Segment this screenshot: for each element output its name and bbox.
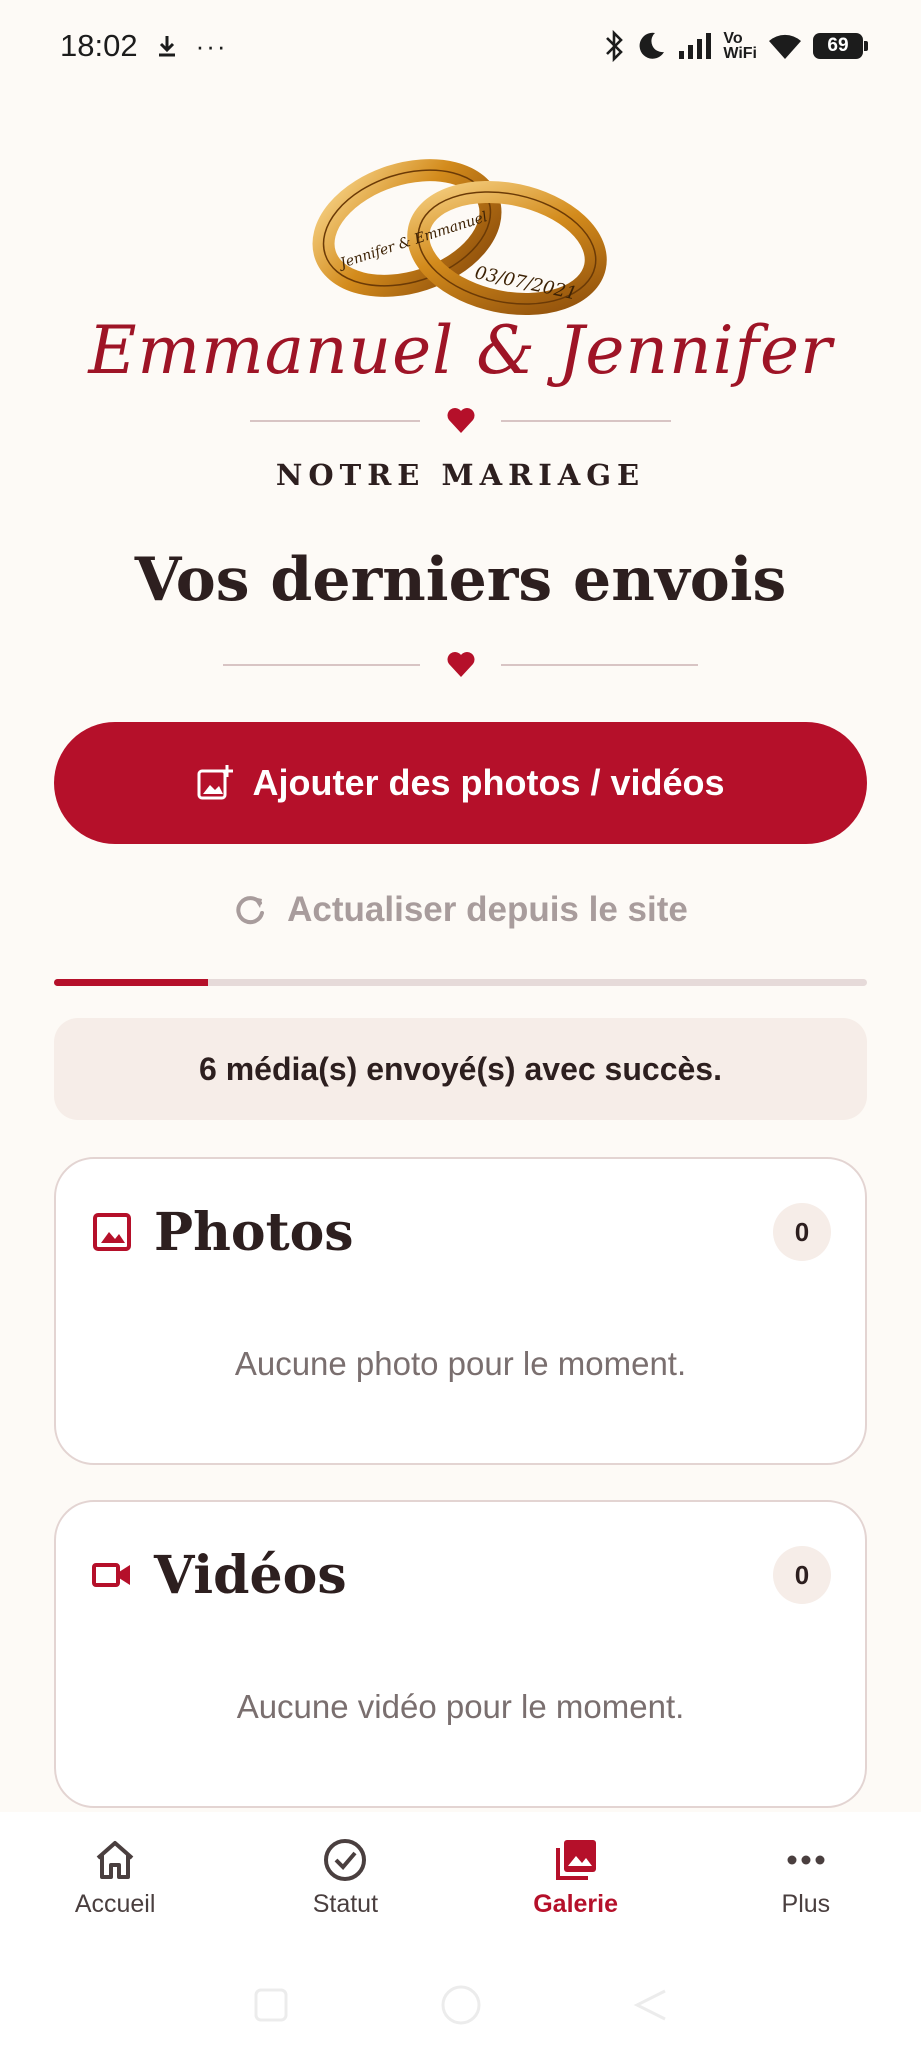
nav-label-gallery: Galerie	[533, 1890, 619, 1918]
gallery-icon	[555, 1840, 596, 1880]
home-button-icon[interactable]	[439, 1983, 483, 2027]
videos-title: Vidéos	[154, 1544, 347, 1606]
download-arrow-icon	[158, 36, 175, 57]
vowifi-icon: Vo WiFi	[723, 30, 757, 62]
bluetooth-icon	[606, 29, 624, 63]
nav-item-status[interactable]: Statut	[230, 1812, 460, 1962]
heart-icon	[447, 408, 475, 433]
couple-names: Emmanuel & Jennifer	[88, 312, 833, 389]
nav-label-status: Statut	[312, 1890, 379, 1918]
photos-title: Photos	[154, 1201, 354, 1263]
vowifi-bottom: WiFi	[723, 45, 757, 62]
refresh-label: Actualiser depuis le site	[287, 890, 688, 929]
status-bar-right: Vo WiFi 69	[603, 29, 868, 63]
upload-progress-fill	[54, 979, 209, 986]
heart-icon	[447, 652, 475, 677]
more-icon	[787, 1855, 825, 1865]
status-bar-left: 18:02 ···	[60, 28, 228, 64]
add-media-button[interactable]: Ajouter des photos / vidéos	[54, 722, 867, 844]
upload-progress-bar	[54, 979, 867, 986]
back-icon[interactable]	[633, 1987, 669, 2023]
nav-label-home: Accueil	[74, 1890, 156, 1918]
wedding-rings-logo: Jennifer & Emmanuel 03/07/2021	[312, 159, 607, 316]
videos-count-badge: 0	[773, 1546, 831, 1604]
header-divider	[0, 406, 921, 436]
subtitle: NOTRE MARIAGE	[275, 458, 646, 492]
status-bar: 18:02 ··· Vo WiFi 69	[0, 0, 921, 92]
nav-item-more[interactable]: Plus	[691, 1812, 921, 1962]
nav-label-more: Plus	[781, 1890, 831, 1918]
check-circle-icon	[324, 1839, 367, 1881]
videos-empty-text: Aucune vidéo pour le moment.	[236, 1688, 685, 1725]
photos-header: Photos 0	[92, 1197, 831, 1267]
refresh-button[interactable]: Actualiser depuis le site	[0, 890, 921, 930]
battery-icon: 69	[813, 33, 868, 59]
system-navigation-bar	[0, 1962, 921, 2048]
more-notifications-icon: ···	[195, 30, 228, 61]
signal-icon	[679, 33, 712, 59]
photos-empty-text: Aucune photo pour le moment.	[234, 1345, 687, 1382]
success-message: 6 média(s) envoyé(s) avec succès.	[54, 1018, 867, 1120]
recent-apps-icon[interactable]	[253, 1987, 289, 2023]
moon-icon	[639, 32, 665, 59]
wifi-icon	[769, 34, 801, 59]
video-camera-icon	[92, 1563, 130, 1587]
add-photo-icon	[197, 765, 234, 800]
nav-item-home[interactable]: Accueil	[0, 1812, 230, 1962]
vowifi-top: Vo	[723, 30, 743, 47]
success-message-text: 6 média(s) envoyé(s) avec succès.	[199, 1050, 722, 1087]
photos-section: Photos 0 Aucune photo pour le moment.	[54, 1157, 867, 1465]
videos-section: Vidéos 0 Aucune vidéo pour le moment.	[54, 1500, 867, 1808]
nav-item-gallery[interactable]: Galerie	[461, 1812, 691, 1962]
page-title: Vos derniers envois	[134, 545, 787, 615]
add-media-label: Ajouter des photos / vidéos	[252, 762, 725, 803]
home-icon	[96, 1841, 134, 1879]
bottom-navigation: Accueil Statut Galerie Plus	[0, 1812, 921, 1962]
refresh-icon	[236, 896, 265, 925]
clock: 18:02	[60, 28, 138, 63]
title-divider	[0, 650, 921, 680]
image-icon	[93, 1213, 131, 1251]
videos-header: Vidéos 0	[92, 1540, 831, 1610]
photos-count-badge: 0	[773, 1203, 831, 1261]
